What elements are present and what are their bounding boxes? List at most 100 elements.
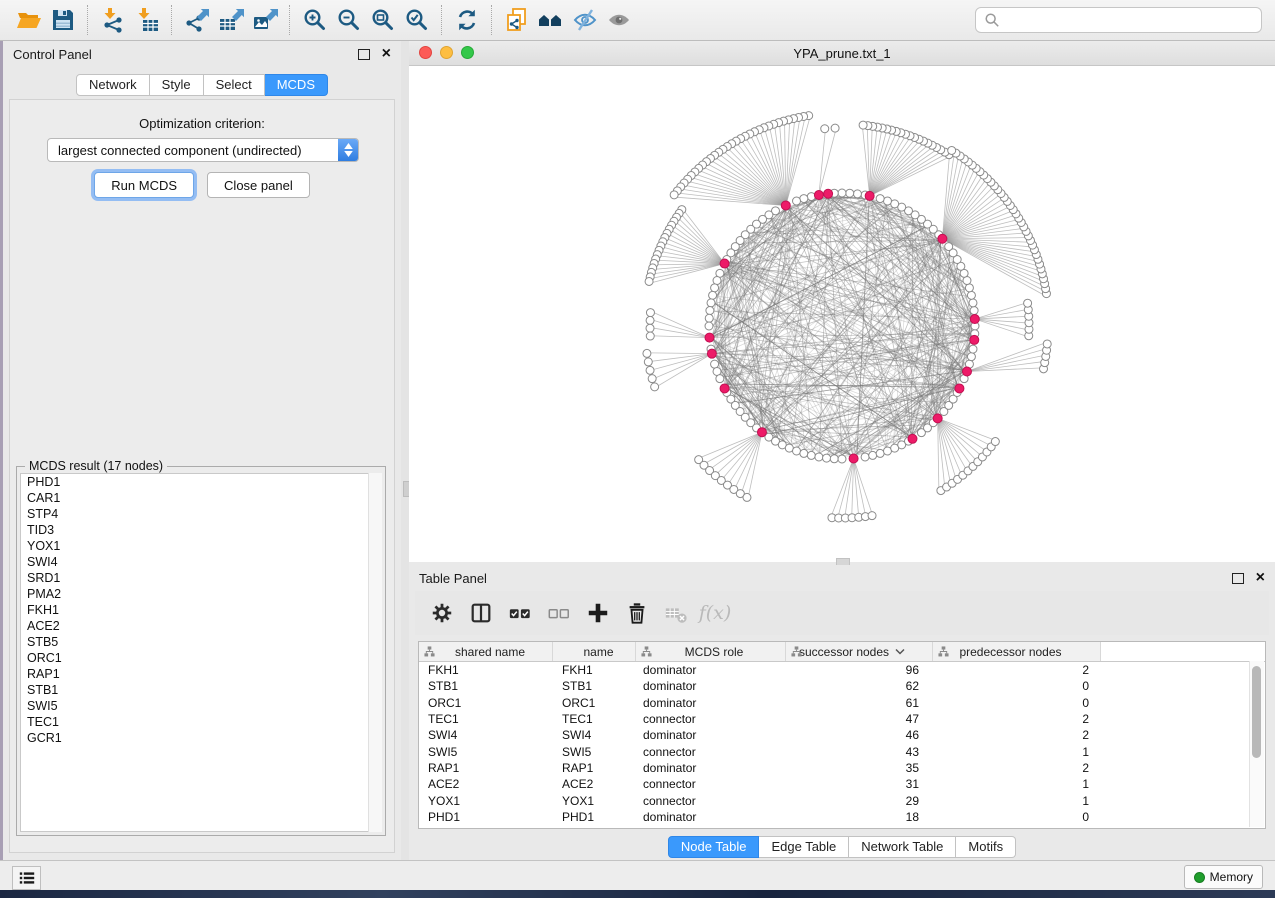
table-cell[interactable]: 2 [933, 728, 1101, 742]
float-panel-icon[interactable] [1232, 573, 1244, 584]
table-cell[interactable]: 35 [786, 761, 933, 775]
network-node[interactable] [644, 358, 652, 366]
table-cell[interactable]: YOX1 [553, 794, 636, 808]
export-image-button[interactable] [248, 3, 282, 37]
mcds-dominator-node[interactable] [814, 191, 823, 200]
network-node[interactable] [853, 190, 861, 198]
network-node[interactable] [945, 243, 953, 251]
table-cell[interactable]: 43 [786, 745, 933, 759]
network-node[interactable] [831, 124, 839, 132]
tab-network[interactable]: Network [76, 74, 150, 96]
mcds-result-item[interactable]: STB1 [21, 682, 381, 698]
table-cell[interactable]: 47 [786, 712, 933, 726]
zoom-out-button[interactable] [332, 3, 366, 37]
network-node[interactable] [646, 366, 654, 374]
network-node[interactable] [800, 195, 808, 203]
mcds-result-item[interactable]: ORC1 [21, 650, 381, 666]
table-cell[interactable]: 2 [933, 761, 1101, 775]
table-cell[interactable]: FKH1 [553, 663, 636, 677]
network-node[interactable] [1043, 340, 1051, 348]
table-cell[interactable]: RAP1 [419, 761, 553, 775]
network-node[interactable] [859, 121, 867, 129]
table-cell[interactable]: ORC1 [553, 696, 636, 710]
network-node[interactable] [707, 299, 715, 307]
table-cell[interactable]: 1 [933, 777, 1101, 791]
optimization-criterion-select[interactable]: largest connected component (undirected) [47, 138, 359, 162]
network-node[interactable] [876, 449, 884, 457]
tab-network-table[interactable]: Network Table [849, 836, 956, 858]
network-node[interactable] [970, 307, 978, 315]
table-cell[interactable]: 2 [933, 663, 1101, 677]
table-cell[interactable]: FKH1 [419, 663, 553, 677]
network-node[interactable] [711, 284, 719, 292]
tab-node-table[interactable]: Node Table [668, 836, 760, 858]
network-node[interactable] [846, 189, 854, 197]
open-session-button[interactable] [12, 3, 46, 37]
mcds-dominator-node[interactable] [757, 428, 766, 437]
table-row[interactable]: STB1STB1dominator620 [419, 678, 1265, 694]
network-node[interactable] [830, 455, 838, 463]
network-node[interactable] [969, 299, 977, 307]
network-node[interactable] [705, 314, 713, 322]
mcds-result-item[interactable]: TEC1 [21, 714, 381, 730]
mcds-dominator-node[interactable] [707, 349, 716, 358]
table-cell[interactable]: 18 [786, 810, 933, 824]
mcds-result-item[interactable]: SWI5 [21, 698, 381, 714]
table-row[interactable]: PHD1PHD1dominator180 [419, 809, 1265, 825]
table-cell[interactable]: 0 [933, 679, 1101, 693]
network-node[interactable] [838, 189, 846, 197]
mcds-result-item[interactable]: PHD1 [21, 474, 381, 490]
zoom-fit-button[interactable] [366, 3, 400, 37]
export-table-button[interactable] [214, 3, 248, 37]
mcds-dominator-node[interactable] [720, 384, 729, 393]
table-row[interactable]: ACE2ACE2connector311 [419, 776, 1265, 792]
network-node[interactable] [948, 146, 956, 154]
table-cell[interactable]: dominator [636, 663, 786, 677]
table-cell[interactable]: dominator [636, 696, 786, 710]
table-cell[interactable]: 61 [786, 696, 933, 710]
table-cell[interactable]: STB1 [419, 679, 553, 693]
mcds-result-item[interactable]: CAR1 [21, 490, 381, 506]
search-input[interactable] [1006, 12, 1261, 29]
network-node[interactable] [965, 284, 973, 292]
table-cell[interactable]: 2 [933, 712, 1101, 726]
table-cell[interactable]: PHD1 [419, 810, 553, 824]
table-cell[interactable]: dominator [636, 810, 786, 824]
mcds-result-item[interactable]: RAP1 [21, 666, 381, 682]
column-header-successor-nodes[interactable]: successor nodes [786, 642, 933, 661]
network-node[interactable] [876, 195, 884, 203]
mcds-dominator-node[interactable] [938, 234, 947, 243]
table-cell[interactable]: SWI5 [419, 745, 553, 759]
mcds-dominator-node[interactable] [865, 191, 874, 200]
show-panels-button[interactable] [12, 866, 41, 890]
mcds-dominator-node[interactable] [962, 367, 971, 376]
mcds-dominator-node[interactable] [705, 333, 714, 342]
table-cell[interactable]: dominator [636, 761, 786, 775]
mcds-result-item[interactable]: TID3 [21, 522, 381, 538]
column-header-shared-name[interactable]: shared name [419, 642, 553, 661]
network-graph-canvas[interactable] [409, 66, 1275, 563]
mcds-dominator-node[interactable] [955, 384, 964, 393]
mcds-dominator-node[interactable] [908, 434, 917, 443]
network-node[interactable] [821, 125, 829, 133]
table-cell[interactable]: connector [636, 794, 786, 808]
network-node[interactable] [646, 332, 654, 340]
table-cell[interactable]: SWI4 [419, 728, 553, 742]
tab-motifs[interactable]: Motifs [956, 836, 1016, 858]
network-node[interactable] [645, 277, 653, 285]
table-cell[interactable]: 31 [786, 777, 933, 791]
mcds-dominator-node[interactable] [720, 259, 729, 268]
table-cell[interactable]: STB1 [553, 679, 636, 693]
column-header-name[interactable]: name [553, 642, 636, 661]
mcds-dominator-node[interactable] [933, 414, 942, 423]
result-list-scrollbar[interactable] [368, 473, 382, 832]
table-settings-button[interactable] [429, 600, 455, 626]
network-node[interactable] [705, 322, 713, 330]
network-node[interactable] [711, 360, 719, 368]
table-cell[interactable]: connector [636, 712, 786, 726]
network-node[interactable] [861, 453, 869, 461]
network-node[interactable] [807, 451, 815, 459]
vertical-splitter[interactable] [401, 41, 409, 860]
search-box[interactable] [975, 7, 1262, 33]
close-panel-icon[interactable]: × [382, 49, 391, 59]
